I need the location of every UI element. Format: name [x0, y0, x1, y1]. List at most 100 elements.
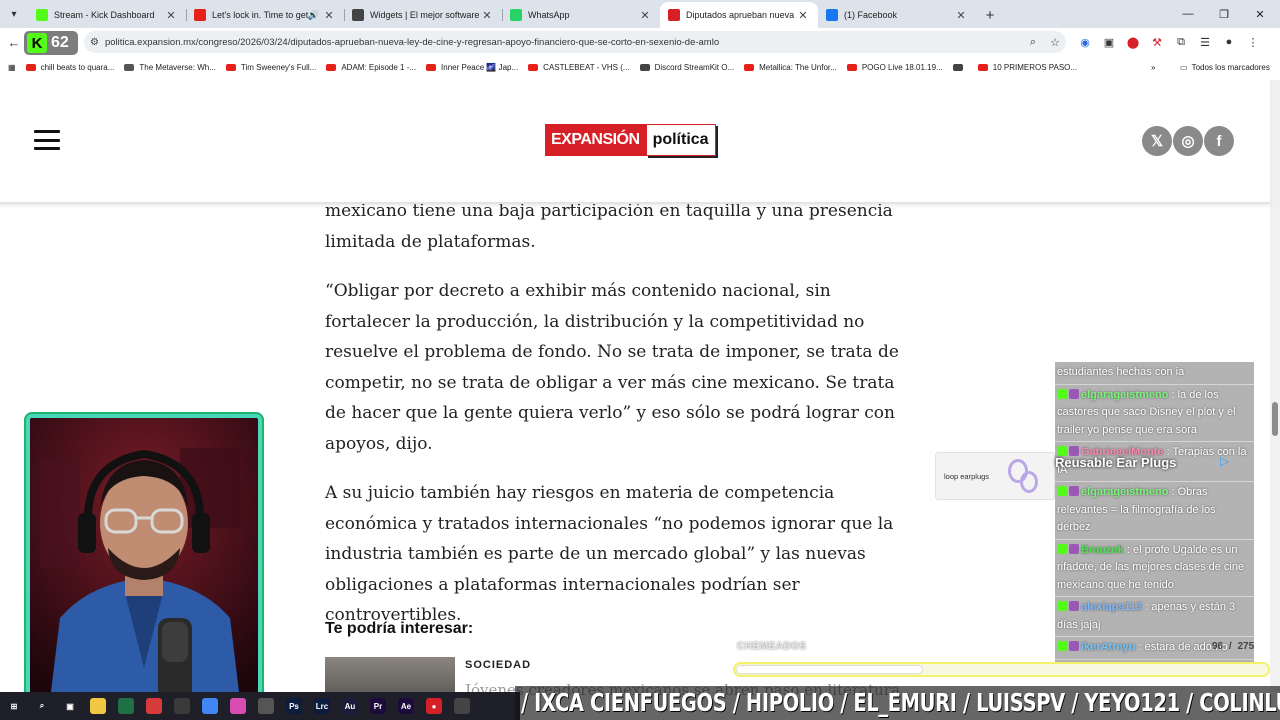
bookmark-item[interactable] [948, 63, 973, 71]
viewer-count: 62 [51, 34, 69, 51]
related-thumbnail[interactable] [325, 657, 455, 697]
goal-progress-fill [737, 666, 922, 673]
chat-username[interactable]: elgarageistmeno [1081, 389, 1168, 401]
bookmark-label: Tim Sweeney's Full... [240, 62, 317, 72]
tab-audio-icon[interactable]: 🔊 [308, 10, 319, 21]
bookmark-item[interactable]: POGO Live 18.01.19... [842, 63, 948, 72]
browser-tab[interactable]: (1) Facebook ✕ [818, 2, 976, 28]
premiere-icon[interactable]: Pr [370, 698, 386, 714]
profile-avatar-icon[interactable]: ● [1220, 33, 1238, 51]
bookmark-label: Metallica: The Unfor... [759, 62, 837, 72]
bookmark-item[interactable]: Inner Peace 🌌 Jap... [421, 63, 523, 72]
bookmark-item[interactable]: Discord StreamKit O... [635, 63, 740, 72]
facebook-social-icon[interactable]: f [1204, 126, 1234, 156]
extensions-puzzle-icon[interactable]: ⧉ [1172, 33, 1190, 51]
more-bookmarks-icon[interactable]: » [1146, 63, 1160, 72]
tab-close-icon[interactable]: ✕ [638, 9, 652, 22]
scrollbar-thumb[interactable] [1272, 402, 1278, 436]
new-tab-button[interactable]: + [976, 2, 1004, 28]
chrome-icon[interactable] [202, 698, 218, 714]
bookmark-label: Discord StreamKit O... [654, 62, 735, 72]
app-grey-icon[interactable] [258, 698, 274, 714]
chat-username[interactable]: Brauzek [1081, 544, 1124, 556]
reading-list-icon[interactable]: ☰ [1196, 33, 1214, 51]
app-record-icon[interactable]: ● [426, 698, 442, 714]
tab-title: Diputados aprueban nueva Ley de Cine [686, 10, 796, 20]
tab-search-icon[interactable]: ▾ [0, 0, 28, 28]
bookmark-item[interactable]: ADAM: Episode 1 -... [321, 63, 421, 72]
bookmark-item[interactable]: 10 PRIMEROS PASO... [973, 63, 1082, 72]
app-dark-icon[interactable] [454, 698, 470, 714]
bookmark-favicon-icon [639, 63, 650, 71]
close-window-icon[interactable]: ✕ [1242, 0, 1278, 28]
bookmark-label: 10 PRIMEROS PASO... [992, 62, 1078, 72]
ad-banner[interactable]: loop earplugs [935, 452, 1055, 500]
url-text[interactable]: politica.expansion.mx/congreso/2026/03/2… [105, 37, 1022, 48]
site-logo[interactable]: EXPANSIÓN política [545, 124, 716, 156]
bookmark-item[interactable]: Tim Sweeney's Full... [221, 63, 321, 72]
windows-taskbar: ⊞ ⌕ ▣ Ps Lrc Au Pr Ae ● [0, 692, 520, 720]
excel-icon[interactable] [118, 698, 134, 714]
site-info-icon[interactable]: ⚙ [90, 37, 99, 48]
article-paragraph: A su juicio también hay riesgos en mater… [325, 483, 894, 625]
tab-close-icon[interactable]: ✕ [796, 9, 810, 22]
tab-close-icon[interactable]: ✕ [480, 9, 494, 22]
related-section-tag[interactable]: SOCIEDAD [465, 659, 531, 671]
extension-red-icon[interactable]: ⬤ [1124, 33, 1142, 51]
browser-menu-icon[interactable]: ⋮ [1244, 33, 1262, 51]
chat-message: Brauzek : el profe Ugalde es un rifadote… [1055, 540, 1254, 597]
chat-username[interactable]: IkerAtreyu [1081, 641, 1135, 653]
zoom-icon[interactable]: ⌕ [1022, 36, 1044, 49]
lightroom-icon[interactable]: Lrc [314, 698, 330, 714]
browser-tab[interactable]: Stream - Kick Dashboard ✕ [28, 2, 186, 28]
ad-play-icon[interactable]: ▷ [1220, 454, 1229, 468]
apps-grid-icon[interactable]: ▦ [0, 63, 21, 72]
tab-close-icon[interactable]: ✕ [322, 9, 336, 22]
browser-tab[interactable]: WhatsApp ✕ [502, 2, 660, 28]
extension-square-icon[interactable]: ▣ [1100, 33, 1118, 51]
aftereffects-icon[interactable]: Ae [398, 698, 414, 714]
page-scrollbar[interactable] [1270, 80, 1280, 692]
app-red-icon[interactable] [146, 698, 162, 714]
search-icon[interactable]: ⌕ [34, 698, 50, 714]
minimize-icon[interactable]: — [1170, 0, 1206, 28]
bookmark-item[interactable]: chill beats to quara... [21, 63, 120, 72]
chat-username[interactable]: alexiaps113 [1081, 601, 1142, 613]
extension-blue-icon[interactable]: ◉ [1076, 33, 1094, 51]
restore-icon[interactable]: ❐ [1206, 0, 1242, 28]
ad-overlay-title[interactable]: Reusable Ear Plugs [1055, 455, 1176, 470]
windows-start-icon[interactable]: ⊞ [6, 698, 22, 714]
back-icon[interactable]: ← [3, 31, 25, 53]
site-header: EXPANSIÓN política 𝕏 ◎ f [0, 80, 1270, 204]
bookmark-item[interactable]: CASTLEBEAT - VHS (... [523, 63, 634, 72]
app-pink-icon[interactable] [230, 698, 246, 714]
earplug-ring-icon [1020, 471, 1038, 493]
chat-username[interactable]: elgarageistmeno [1081, 486, 1168, 498]
bookmark-item[interactable]: Metallica: The Unfor... [739, 63, 842, 72]
kick-badge-icon [1057, 543, 1067, 554]
instagram-social-icon[interactable]: ◎ [1173, 126, 1203, 156]
audition-icon[interactable]: Au [342, 698, 358, 714]
bookmark-item[interactable]: The Metaverse: Wh... [119, 63, 220, 72]
bookmark-label: The Metaverse: Wh... [139, 62, 216, 72]
menu-hamburger-icon[interactable] [34, 130, 60, 150]
tab-close-icon[interactable]: ✕ [164, 9, 178, 22]
all-bookmarks-folder[interactable]: ▭ Todos los marcadores [1175, 63, 1275, 72]
obs-icon[interactable] [174, 698, 190, 714]
goal-separator: / [1228, 641, 1232, 652]
tab-title: Stream - Kick Dashboard [54, 10, 155, 20]
browser-tab[interactable]: Let's lock in. Time to get things done🔊✕ [186, 2, 344, 28]
browser-tab[interactable]: Widgets | El mejor software para streame… [344, 2, 502, 28]
all-bookmarks-label: Todos los marcadores [1191, 62, 1270, 72]
tab-close-icon[interactable]: ✕ [954, 9, 968, 22]
bookmark-star-icon[interactable]: ☆ [1044, 36, 1066, 49]
chat-message: alexiaps113 : apenas y están 3 días jaja… [1055, 597, 1254, 637]
bookmark-favicon-icon [124, 63, 135, 71]
address-bar[interactable]: ⚙ politica.expansion.mx/congreso/2026/03… [84, 31, 1066, 53]
photoshop-icon[interactable]: Ps [286, 698, 302, 714]
taskview-icon[interactable]: ▣ [62, 698, 78, 714]
explorer-icon[interactable] [90, 698, 106, 714]
x-social-icon[interactable]: 𝕏 [1142, 126, 1172, 156]
extension-tool-icon[interactable]: ⚒ [1148, 33, 1166, 51]
browser-tab[interactable]: Diputados aprueban nueva Ley de Cine✕ [660, 2, 818, 28]
